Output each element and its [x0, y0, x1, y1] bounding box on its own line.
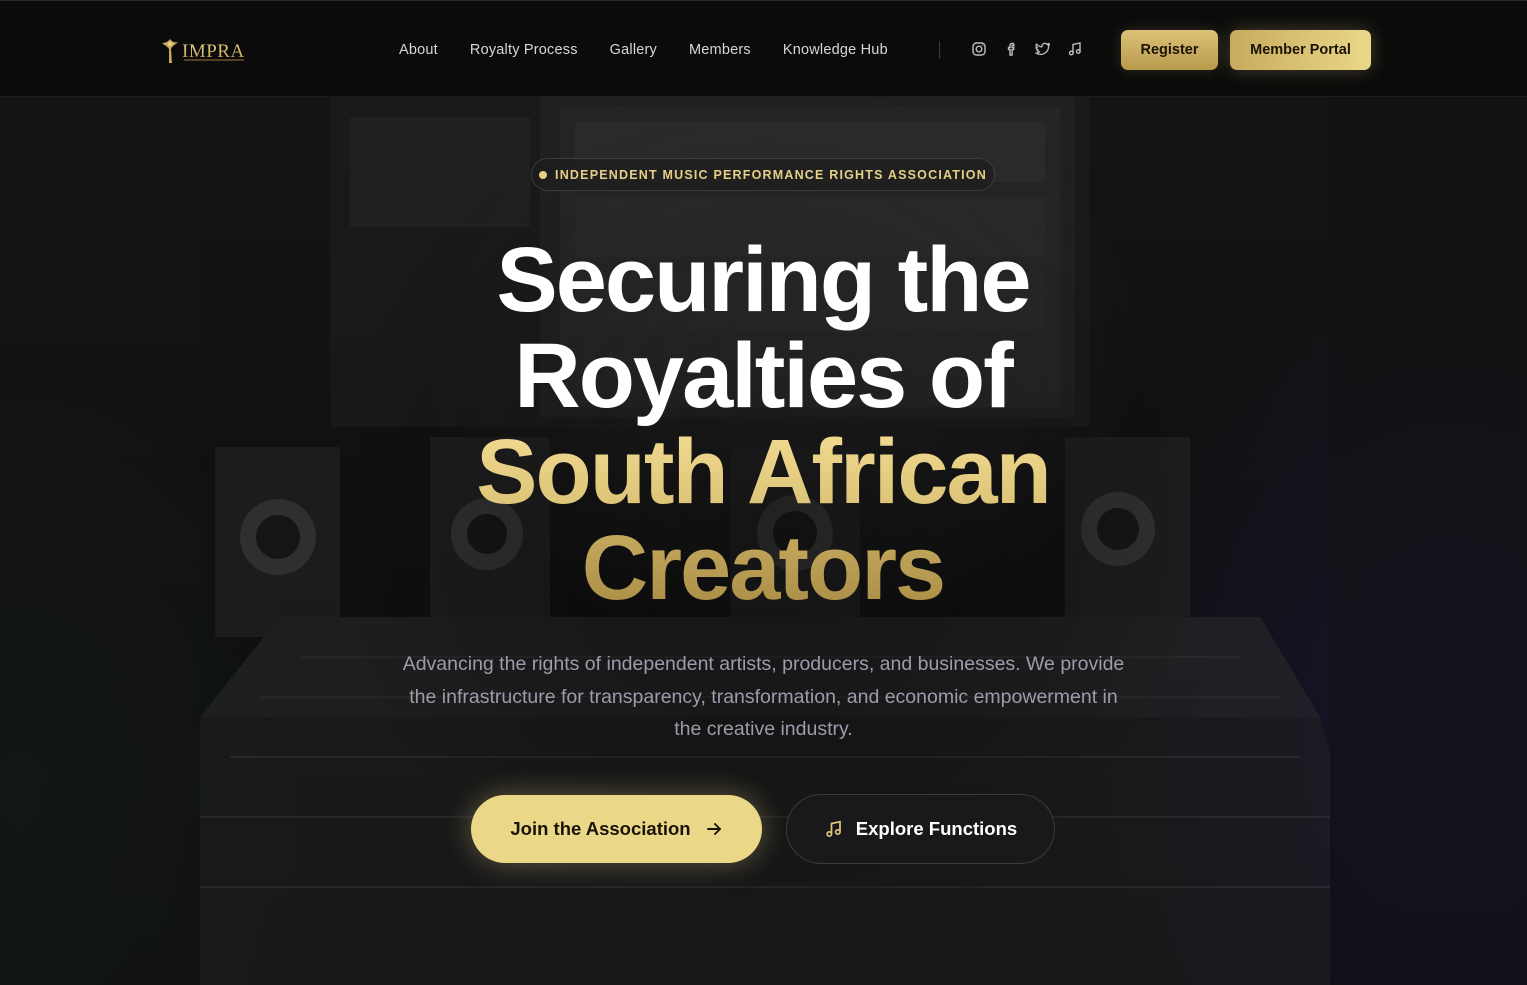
hero-description: Advancing the rights of independent arti…	[402, 653, 1125, 740]
music-note-icon	[826, 820, 841, 838]
nav-link-knowledge-hub[interactable]: Knowledge Hub	[783, 42, 888, 58]
nav-divider	[939, 41, 940, 59]
hero-badge-text: INDEPENDENT MUSIC PERFORMANCE RIGHTS ASS…	[555, 167, 987, 182]
logo-figure-icon	[162, 39, 178, 63]
headline-line-3: South African	[363, 424, 1163, 520]
explore-functions-button[interactable]: Explore Functions	[786, 794, 1055, 864]
instagram-icon[interactable]	[970, 39, 988, 59]
hero-badge: INDEPENDENT MUSIC PERFORMANCE RIGHTS ASS…	[531, 158, 995, 191]
site-logo[interactable]: IMPRA	[160, 37, 245, 65]
music-note-icon[interactable]	[1066, 39, 1084, 59]
twitter-icon[interactable]	[1034, 39, 1052, 59]
nav-link-members[interactable]: Members	[689, 42, 751, 58]
main-navigation: About Royalty Process Gallery Members Kn…	[399, 39, 920, 61]
explore-functions-label: Explore Functions	[855, 818, 1018, 839]
logo-tagline-rule	[184, 59, 244, 61]
register-button[interactable]: Register	[1121, 30, 1218, 70]
member-portal-button[interactable]: Member Portal	[1230, 30, 1371, 70]
badge-dot-icon	[539, 170, 548, 179]
join-association-label: Join the Association	[510, 818, 691, 839]
social-links	[970, 39, 1084, 59]
headline-line-1: Securing the	[496, 229, 1031, 331]
logo-wordmark: IMPRA	[182, 40, 245, 62]
join-association-button[interactable]: Join the Association	[471, 795, 762, 863]
nav-link-royalty-process[interactable]: Royalty Process	[470, 42, 578, 58]
headline-line-4: Creators	[363, 520, 1163, 616]
arrow-right-icon	[706, 823, 721, 835]
nav-link-about[interactable]: About	[399, 42, 438, 58]
top-navigation-bar: IMPRA About Royalty Process Gallery Memb…	[0, 0, 1527, 97]
facebook-icon[interactable]	[1002, 39, 1020, 59]
nav-link-gallery[interactable]: Gallery	[610, 42, 657, 58]
hero-headline: Securing the Royalties of South African …	[363, 232, 1163, 616]
headline-line-2: Royalties of	[514, 325, 1013, 427]
